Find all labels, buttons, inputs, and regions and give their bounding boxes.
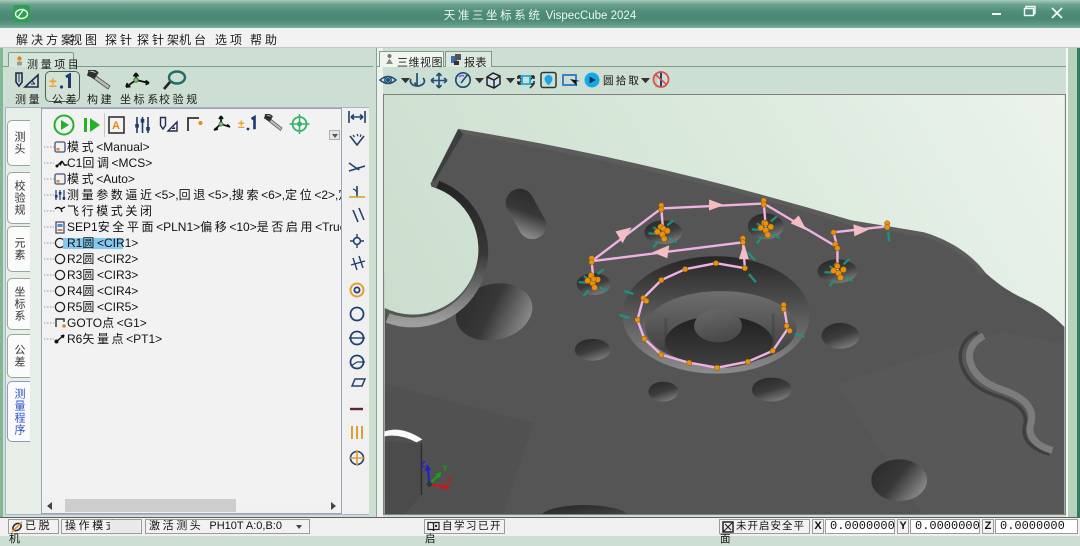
svg-text:X: X — [446, 476, 452, 485]
svg-text:Z: Z — [420, 460, 425, 469]
svg-text:Y: Y — [442, 464, 448, 473]
svg-text:圆拾取: 圆拾取 — [603, 74, 641, 87]
